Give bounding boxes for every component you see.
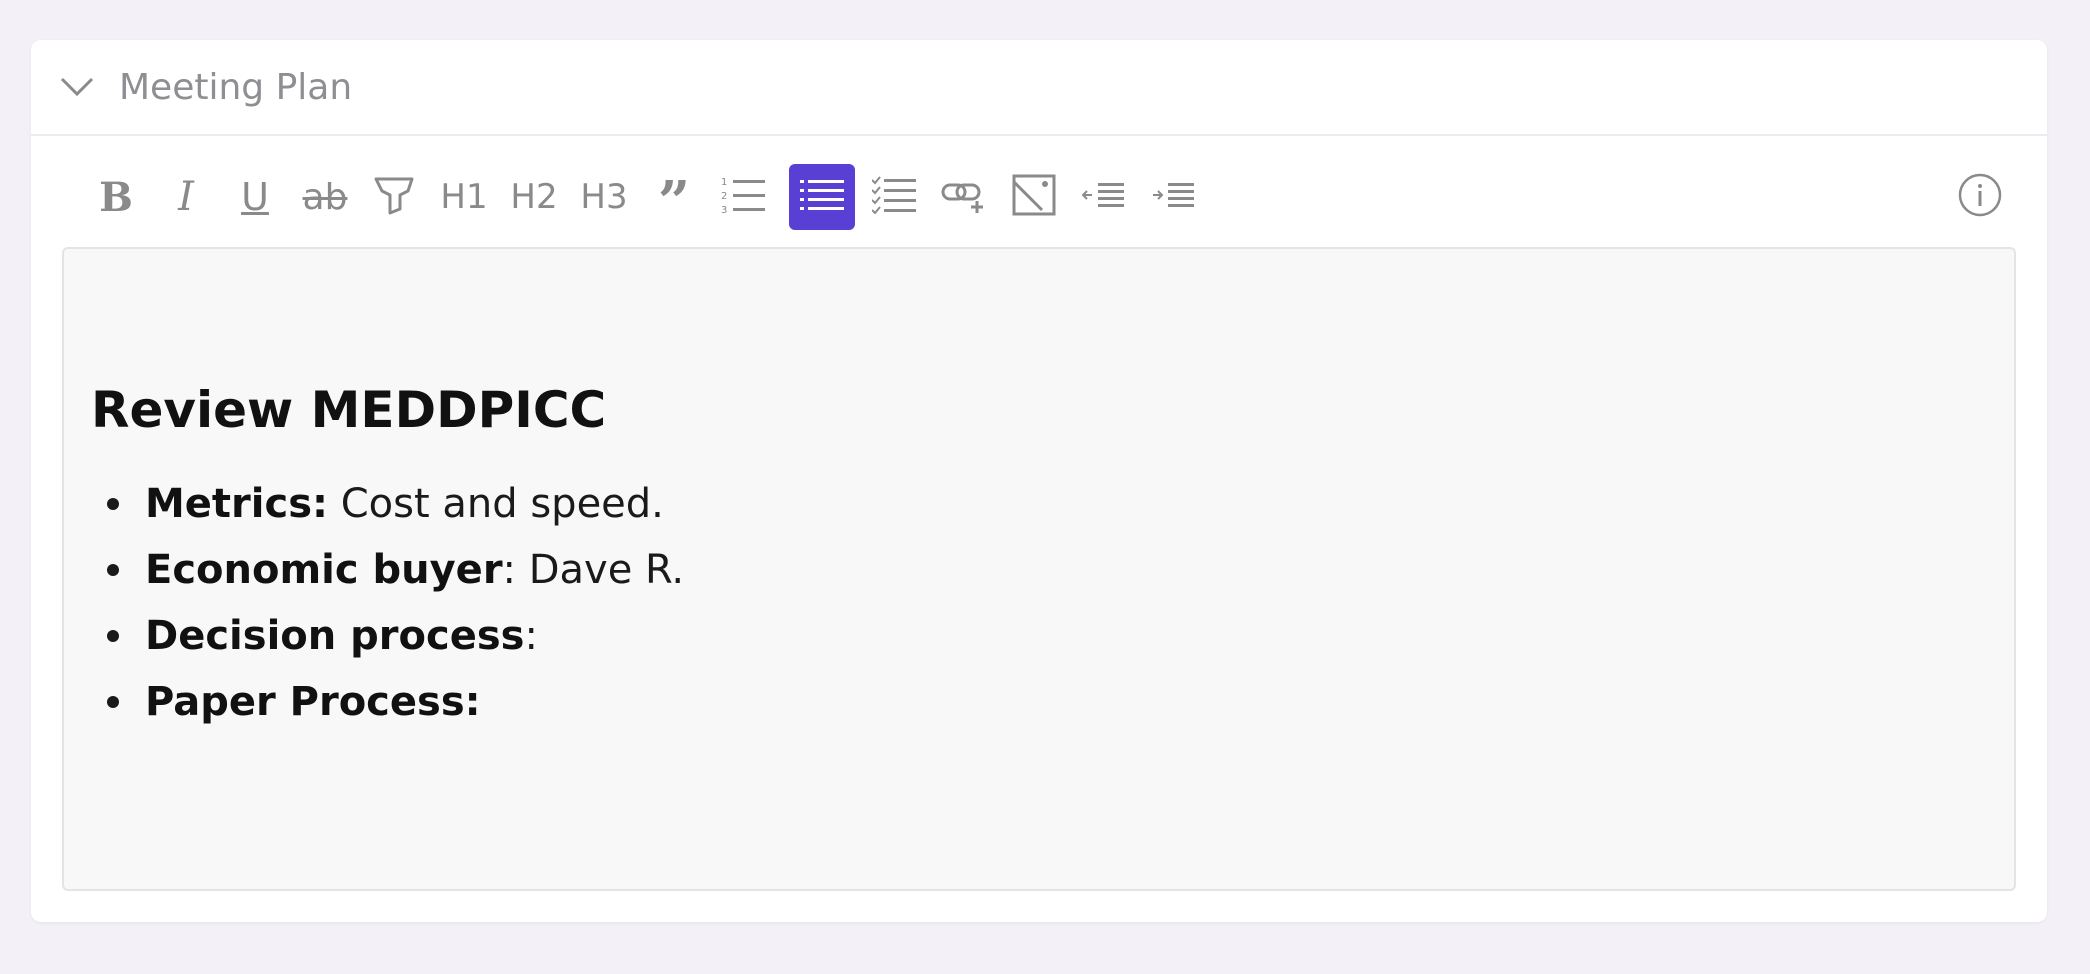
highlighter-icon: [372, 173, 416, 221]
quote-icon: ”: [657, 169, 691, 235]
list-item-label: Decision process: [145, 613, 525, 659]
list-item-label: Economic buyer: [145, 547, 503, 593]
list-item-label: Paper Process:: [145, 679, 481, 725]
highlight-button[interactable]: [361, 164, 427, 230]
section-header[interactable]: Meeting Plan: [31, 40, 2047, 136]
underline-icon: U: [241, 175, 269, 219]
link-button[interactable]: [931, 164, 997, 230]
chevron-down-icon[interactable]: [57, 67, 97, 107]
heading-1-button[interactable]: H1: [431, 164, 497, 230]
rich-text-editor[interactable]: Review MEDDPICC Metrics: Cost and speed.…: [62, 247, 2016, 891]
section-title: Meeting Plan: [119, 66, 353, 108]
blockquote-button[interactable]: ”: [641, 164, 707, 230]
bold-button[interactable]: B: [83, 164, 149, 230]
checklist-icon: [871, 176, 916, 218]
checklist-button[interactable]: [861, 164, 927, 230]
list-item: Paper Process:: [91, 669, 684, 735]
svg-text:1: 1: [721, 177, 727, 188]
editor-toolbar: B I U ab H1 H2 H3 ” 1 2 3: [71, 164, 2011, 234]
list-item: Economic buyer: Dave R.: [91, 537, 684, 603]
bullet-list-button[interactable]: [789, 164, 855, 230]
add-link-icon: [941, 175, 987, 219]
strikethrough-button[interactable]: ab: [292, 164, 358, 230]
heading-2-button[interactable]: H2: [501, 164, 567, 230]
bullet-list-icon: [800, 178, 844, 216]
strikethrough-icon: ab: [302, 176, 348, 218]
list-item-value: : Dave R.: [502, 547, 685, 593]
outdent-button[interactable]: [1071, 164, 1137, 230]
ordered-list-icon: 1 2 3: [721, 175, 767, 219]
heading-1-label: H1: [440, 177, 488, 217]
list-item-value: :: [524, 613, 538, 659]
info-icon: [1957, 172, 2003, 222]
italic-icon: I: [178, 174, 194, 220]
indent-icon: [1152, 182, 1196, 212]
heading-3-label: H3: [580, 177, 628, 217]
list-item: Metrics: Cost and speed.: [91, 471, 684, 537]
heading-3-button[interactable]: H3: [571, 164, 637, 230]
image-icon: [1012, 174, 1056, 220]
outdent-icon: [1081, 182, 1126, 212]
underline-button[interactable]: U: [222, 164, 288, 230]
image-button[interactable]: [1001, 164, 1067, 230]
indent-button[interactable]: [1141, 164, 1207, 230]
heading-2-label: H2: [510, 177, 558, 217]
list-item: Decision process:: [91, 603, 684, 669]
svg-text:3: 3: [721, 205, 727, 215]
bullet-list: Metrics: Cost and speed. Economic buyer:…: [91, 471, 684, 735]
list-item-label: Metrics:: [145, 481, 329, 527]
meeting-plan-card: Meeting Plan B I U ab H1 H2 H3 ” 1 2 3 R…: [31, 40, 2047, 922]
list-item-value: Cost and speed.: [328, 481, 664, 527]
bold-icon: B: [99, 173, 133, 221]
ordered-list-button[interactable]: 1 2 3: [711, 164, 777, 230]
italic-button[interactable]: I: [153, 164, 219, 230]
info-button[interactable]: [1947, 164, 2013, 230]
svg-text:2: 2: [721, 191, 727, 202]
editor-heading: Review MEDDPICC: [91, 381, 607, 439]
